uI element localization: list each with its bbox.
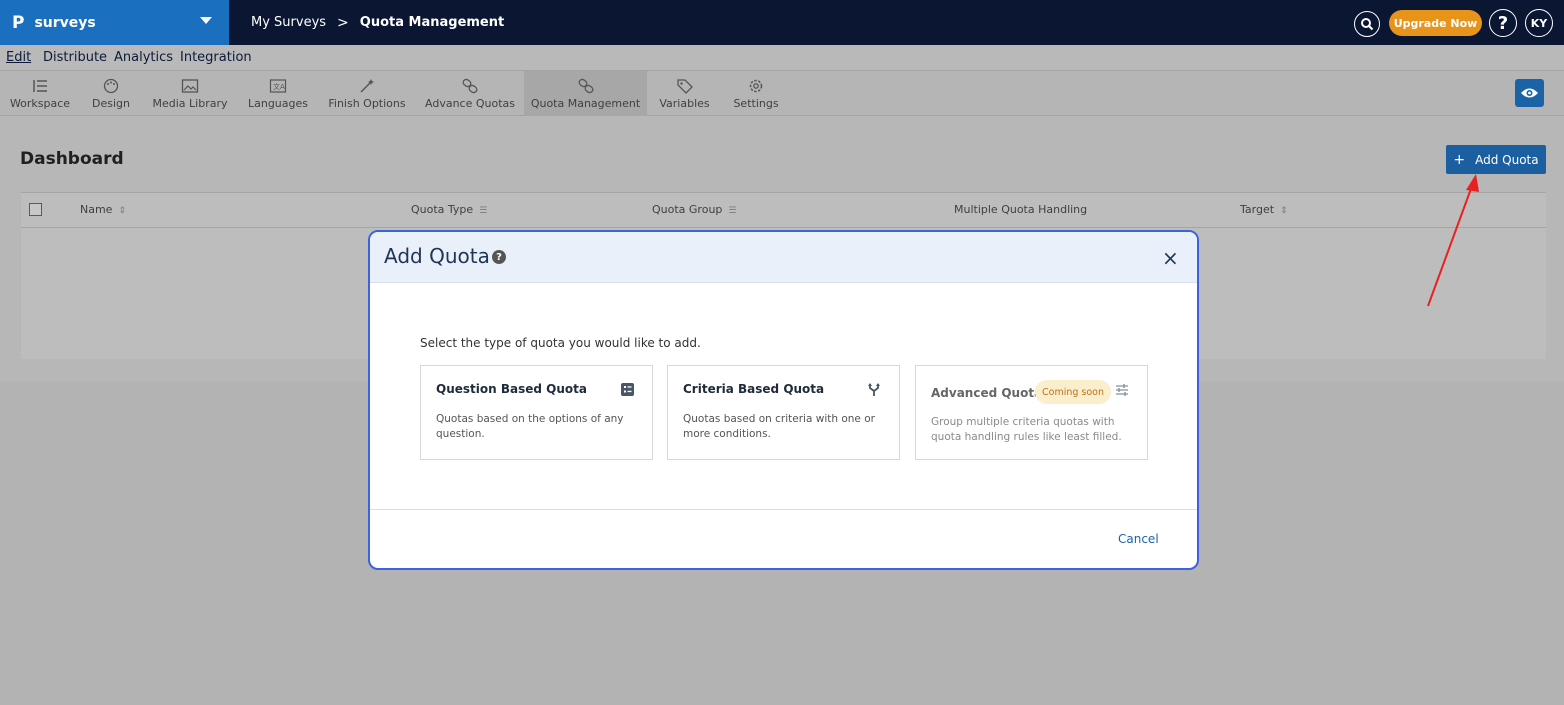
avatar[interactable]: KY [1525, 9, 1553, 37]
plus-icon: + [1453, 151, 1466, 168]
translate-icon: 文A [269, 79, 287, 93]
magic-wand-icon [360, 79, 374, 93]
add-quota-button[interactable]: + Add Quota [1446, 145, 1546, 174]
toolbar-item-advance-quotas[interactable]: Advance Quotas [425, 71, 515, 116]
toolbar-item-label: Workspace [9, 97, 71, 110]
image-icon [181, 79, 199, 93]
toolbar-item-settings[interactable]: Settings [731, 71, 781, 116]
toolbar-item-label: Advance Quotas [425, 97, 515, 110]
page-title: Dashboard [20, 149, 124, 169]
menu-analytics[interactable]: Analytics [114, 50, 173, 65]
toolbar-item-label: Quota Management [530, 97, 641, 110]
breadcrumb-separator: > [337, 14, 349, 31]
svg-text:文A: 文A [273, 82, 285, 91]
toolbar-item-label: Settings [733, 97, 779, 110]
tag-icon [676, 79, 693, 94]
menu-edit[interactable]: Edit [6, 50, 31, 65]
close-icon[interactable]: × [1162, 246, 1179, 270]
column-header-name[interactable]: Name ⇕ [80, 203, 126, 216]
cancel-button[interactable]: Cancel [1118, 532, 1159, 546]
link-icon [462, 78, 478, 94]
menu-integration[interactable]: Integration [180, 50, 252, 65]
help-button[interactable]: ? [1489, 9, 1517, 37]
toolbar-item-label: Media Library [152, 97, 228, 110]
dialog-divider [370, 509, 1197, 510]
dialog-title: Add Quota [384, 244, 490, 268]
toolbar-item-label: Languages [247, 97, 309, 110]
toolbar-item-variables[interactable]: Variables [657, 71, 712, 116]
card-description: Quotas based on the options of any quest… [436, 413, 624, 440]
filter-icon[interactable]: ☰ [479, 206, 487, 216]
palette-icon [103, 78, 119, 94]
add-quota-label: Add Quota [1475, 152, 1539, 167]
toolbar-item-media-library[interactable]: Media Library [152, 71, 228, 116]
workspace-icon [33, 80, 47, 92]
column-header-target[interactable]: Target ⇕ [1240, 203, 1288, 216]
advanced-quota-card: Advanced Quota Coming soon Group multipl… [915, 365, 1148, 460]
table-header: Name ⇕ Quota Type ☰ Quota Group ☰ Multiple … [21, 193, 1546, 228]
card-title: Criteria Based Quota [683, 382, 825, 396]
column-header-quota-group[interactable]: Quota Group ☰ [652, 203, 736, 216]
toolbar-item-design[interactable]: Design [88, 71, 134, 116]
add-quota-dialog: Add Quota ? × Select the type of quota y… [368, 230, 1199, 570]
card-title: Question Based Quota [436, 382, 587, 396]
dialog-header: Add Quota ? × [370, 232, 1197, 283]
eye-icon [1521, 88, 1538, 98]
link-icon [578, 78, 593, 94]
breadcrumb-my-surveys[interactable]: My Surveys [251, 15, 326, 30]
column-header-quota-type[interactable]: Quota Type ☰ [411, 203, 487, 216]
question-based-quota-card[interactable]: Question Based Quota Quotas based on the… [420, 365, 653, 460]
toolbar-item-finish-options[interactable]: Finish Options [327, 71, 407, 116]
breadcrumb: My Surveys > Quota Management [251, 0, 504, 45]
breadcrumb-current: Quota Management [359, 15, 505, 30]
card-title: Advanced Quota [931, 386, 1043, 400]
preview-button[interactable] [1515, 79, 1544, 107]
search-button[interactable] [1354, 11, 1380, 37]
toolbar-item-label: Design [92, 97, 130, 110]
top-bar: P surveys My Surveys > Quota Management … [0, 0, 1564, 45]
list-icon [621, 383, 634, 396]
card-description: Quotas based on criteria with one or mor… [683, 413, 875, 440]
select-all-checkbox[interactable] [29, 203, 42, 216]
toolbar-item-label: Finish Options [328, 97, 406, 110]
search-icon [1361, 18, 1374, 31]
card-description: Group multiple criteria quotas with quot… [931, 416, 1122, 443]
sort-icon[interactable]: ⇕ [118, 206, 126, 216]
menu-bar: Edit Distribute Analytics Integration [0, 45, 1564, 71]
app-switcher[interactable]: P surveys [0, 0, 229, 45]
help-icon[interactable]: ? [492, 250, 506, 264]
toolbar-item-quota-management[interactable]: Quota Management [524, 71, 647, 116]
upgrade-button[interactable]: Upgrade Now [1389, 10, 1482, 36]
chevron-down-icon[interactable] [200, 17, 212, 24]
toolbar-item-languages[interactable]: 文A Languages [247, 71, 309, 116]
filter-icon[interactable]: ☰ [728, 206, 736, 216]
app-name: surveys [34, 14, 96, 31]
branch-icon [868, 383, 880, 396]
app-logo: P [12, 12, 25, 33]
toolbar-item-label: Variables [659, 97, 710, 110]
sliders-icon [1116, 384, 1128, 396]
criteria-based-quota-card[interactable]: Criteria Based Quota Quotas based on cri… [667, 365, 900, 460]
column-header-multiple-quota-handling: Multiple Quota Handling [954, 203, 1088, 216]
menu-distribute[interactable]: Distribute [43, 50, 107, 65]
coming-soon-badge: Coming soon [1035, 380, 1112, 404]
sort-icon[interactable]: ⇕ [1280, 206, 1288, 216]
dialog-subtitle: Select the type of quota you would like … [420, 336, 701, 350]
toolbar-item-workspace[interactable]: Workspace [6, 71, 74, 116]
toolbar: Workspace Design Media Library 文A Langua… [0, 71, 1564, 116]
gear-icon [749, 79, 763, 93]
